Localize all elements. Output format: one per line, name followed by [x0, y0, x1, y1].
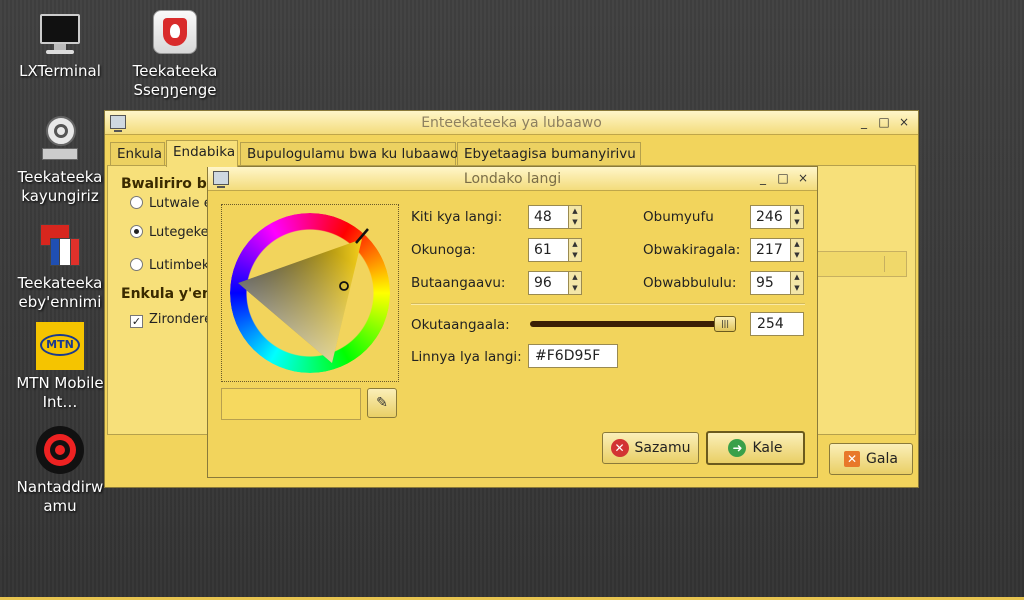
red-spinner[interactable]: 246 ▲ ▼ [750, 205, 804, 229]
radio-button[interactable] [130, 258, 143, 271]
hue-spinner[interactable]: 48 ▲ ▼ [528, 205, 582, 229]
dialog-title: Londako langi [463, 171, 562, 187]
network-settings-icon [36, 116, 84, 164]
maximize-button[interactable]: □ [876, 114, 892, 130]
cancel-icon: ✕ [610, 439, 629, 457]
cancel-button-label: Sazamu [634, 440, 691, 456]
separator [411, 303, 805, 305]
hue-value: 48 [534, 209, 552, 225]
color-chooser-dialog: Londako langi _ □ × ✎ Kiti kya langi: 48… [207, 166, 818, 478]
value-spinner[interactable]: 96 ▲ ▼ [528, 271, 582, 295]
checkbox-label: Ziron­dere [149, 312, 213, 327]
desktop-icon-language[interactable]: Teekateeka eby'ennimi [10, 222, 110, 312]
firewall-shield-icon [151, 10, 199, 58]
ok-arrow-icon: ➜ [728, 439, 747, 457]
hsv-color-wheel[interactable] [222, 205, 398, 381]
tab-endabika[interactable]: Endabika [166, 140, 238, 167]
spinner-arrows[interactable]: ▲ ▼ [568, 272, 581, 294]
mtn-logo-icon: MTN [36, 322, 84, 370]
spinner-arrows[interactable]: ▲ ▼ [790, 272, 803, 294]
eyedropper-icon: ✎ [376, 395, 388, 411]
desktop-icon-firewall[interactable]: Teekateeka Sseŋŋenge [125, 10, 225, 100]
window-title: Enteekateeka ya lubaawo [421, 115, 602, 131]
radio-label: Lutegeke [149, 225, 209, 240]
opacity-slider[interactable]: ||| [530, 316, 736, 332]
radio-label: Lutimbek [149, 258, 210, 273]
section-heading-background: Bwaliriro bw [121, 176, 220, 192]
desktop-icon-label: Nantaddirwamu [16, 478, 104, 515]
gala-button-label: Gala [866, 451, 898, 467]
eyedropper-button[interactable]: ✎ [367, 388, 397, 418]
color-preview-swatch [221, 388, 361, 420]
checkbox-option[interactable]: ✓ Ziron­dere [130, 312, 212, 328]
maximize-button[interactable]: □ [775, 170, 791, 186]
minimize-button[interactable]: _ [755, 170, 771, 186]
radio-option-2[interactable]: Lutegeke [130, 225, 209, 240]
close-button[interactable]: × [896, 114, 912, 130]
ok-button-label: Kale [752, 440, 783, 456]
value-label: Butaangaavu: [411, 275, 506, 291]
desktop-icon-label: LXTerminal [19, 62, 101, 80]
blue-spinner[interactable]: 95 ▲ ▼ [750, 271, 804, 295]
terminal-icon [36, 10, 84, 58]
radio-label: Lutwale e [149, 196, 212, 211]
opacity-label: Okutaangaala: [411, 317, 510, 333]
desktop-icon-mtn[interactable]: MTN MTN Mobile Int… [10, 322, 110, 412]
radio-option-3[interactable]: Lutimbek [130, 258, 209, 273]
desktop-icon-network[interactable]: Teekateeka kayungiriz [10, 116, 110, 206]
blue-value: 95 [756, 275, 774, 291]
desktop-icon-label: Teekateeka Sseŋŋenge [132, 62, 218, 99]
desktop-icon-label: MTN Mobile Int… [16, 374, 104, 411]
spinner-arrows[interactable]: ▲ ▼ [568, 239, 581, 261]
spinner-arrows[interactable]: ▲ ▼ [790, 206, 803, 228]
spinner-arrows[interactable]: ▲ ▼ [790, 239, 803, 261]
checkbox[interactable]: ✓ [130, 315, 143, 328]
window-titlebar[interactable]: Enteekateeka ya lubaawo _ □ × [105, 111, 918, 135]
desktop-icon-label: Teekateeka kayungiriz [17, 168, 103, 205]
value-value: 96 [534, 275, 552, 291]
gala-button[interactable]: ✕ Gala [829, 443, 913, 475]
desktop-icon-lxterminal[interactable]: LXTerminal [10, 10, 110, 81]
target-icon [36, 426, 84, 474]
combo-icon [884, 256, 902, 272]
dialog-titlebar[interactable]: Londako langi _ □ × [208, 167, 817, 191]
close-button[interactable]: × [795, 170, 811, 186]
red-value: 246 [756, 209, 783, 225]
saturation-label: Okunoga: [411, 242, 476, 258]
radio-option-1[interactable]: Lutwale e [130, 196, 212, 211]
tab-enkula[interactable]: Enkula [110, 142, 165, 166]
color-wheel-frame [221, 204, 399, 382]
image-selector-combo[interactable] [817, 251, 907, 277]
spinner-arrows[interactable]: ▲ ▼ [568, 206, 581, 228]
saturation-value: 61 [534, 242, 552, 258]
close-x-icon: ✕ [844, 451, 861, 467]
green-spinner[interactable]: 217 ▲ ▼ [750, 238, 804, 262]
saturation-spinner[interactable]: 61 ▲ ▼ [528, 238, 582, 262]
hue-label: Kiti kya langi: [411, 209, 503, 225]
red-label: Obumyufu [643, 209, 714, 225]
green-value: 217 [756, 242, 783, 258]
language-flags-icon [36, 222, 84, 270]
desktop-icon-target[interactable]: Nantaddirwamu [10, 426, 110, 516]
mtn-logo-text: MTN [46, 338, 74, 351]
green-label: Obwakiragala: [643, 242, 741, 258]
desktop-icon-label: Teekateeka eby'ennimi [17, 274, 103, 311]
tab-bupulogulamu[interactable]: Bupulogulamu bwa ku lubaawo [240, 142, 458, 166]
color-name-input[interactable]: #F6D95F [528, 344, 618, 368]
tab-ebyetaagisa[interactable]: Ebyetaagisa bumanyirivu [457, 142, 641, 166]
blue-label: Obwabbululu: [643, 275, 737, 291]
cancel-button[interactable]: ✕ Sazamu [602, 432, 699, 464]
radio-button[interactable] [130, 225, 143, 238]
opacity-input[interactable]: 254 [750, 312, 804, 336]
minimize-button[interactable]: _ [856, 114, 872, 130]
opacity-slider-handle[interactable]: ||| [714, 316, 736, 332]
color-name-label: Linnya lya langi: [411, 349, 522, 365]
radio-button[interactable] [130, 196, 143, 209]
ok-button[interactable]: ➜ Kale [706, 431, 805, 465]
